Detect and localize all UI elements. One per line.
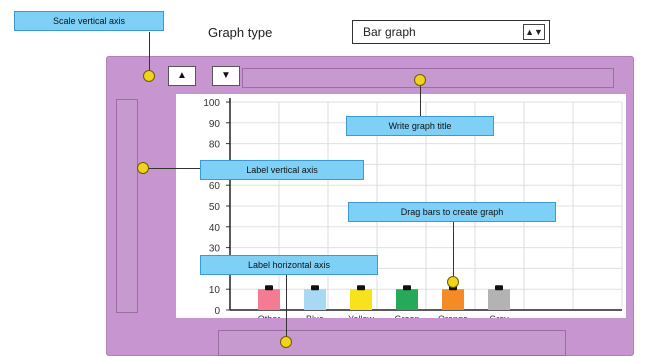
x-tick-label: Yellow — [348, 314, 374, 318]
bar[interactable] — [350, 289, 372, 310]
title-hotspot-dot[interactable] — [414, 74, 426, 86]
drag-hotspot-dot[interactable] — [447, 276, 459, 288]
bar[interactable] — [488, 289, 510, 310]
graph-title-input[interactable] — [242, 68, 614, 88]
xlabel-hotspot-dot[interactable] — [280, 336, 292, 348]
x-tick-label: Orange — [438, 314, 468, 318]
graph-type-label: Graph type — [208, 25, 273, 40]
bar-drag-handle[interactable] — [311, 285, 319, 291]
y-tick-label: 100 — [203, 98, 220, 109]
y-tick-label: 0 — [214, 306, 220, 317]
x-tick-label: Green — [394, 314, 419, 318]
horizontal-axis-label-input[interactable] — [218, 330, 566, 356]
y-tick-label: 10 — [209, 285, 221, 296]
y-tick-label: 80 — [209, 140, 221, 151]
bar-drag-handle[interactable] — [495, 285, 503, 291]
y-tick-label: 50 — [209, 202, 221, 213]
ylabel-hotspot-dot[interactable] — [137, 162, 149, 174]
scale-up-button[interactable]: ▲ — [168, 66, 196, 86]
connector-line — [149, 32, 150, 74]
bar[interactable] — [442, 289, 464, 310]
x-tick-label: Other — [258, 314, 281, 318]
bar[interactable] — [304, 289, 326, 310]
y-tick-label: 60 — [209, 181, 221, 192]
scale-hotspot-dot[interactable] — [143, 70, 155, 82]
connector-line — [286, 270, 287, 342]
bar-drag-handle[interactable] — [403, 285, 411, 291]
vertical-axis-callout: Label vertical axis — [200, 160, 364, 180]
graph-title-callout: Write graph title — [346, 116, 494, 136]
drag-bars-callout: Drag bars to create graph — [348, 202, 556, 222]
x-tick-label: Gray — [489, 314, 509, 318]
bar[interactable] — [396, 289, 418, 310]
graph-type-select[interactable]: Bar graph ▲▼ — [352, 20, 550, 44]
scale-axis-callout: Scale vertical axis — [14, 11, 164, 31]
select-arrow-icon[interactable]: ▲▼ — [523, 24, 545, 40]
x-tick-label: Blue — [306, 314, 324, 318]
bar-drag-handle[interactable] — [265, 285, 273, 291]
vertical-axis-label-input[interactable] — [116, 99, 138, 313]
y-tick-label: 40 — [209, 223, 221, 234]
bar[interactable] — [258, 289, 280, 310]
connector-line — [143, 168, 201, 169]
y-tick-label: 30 — [209, 244, 221, 255]
graph-type-value: Bar graph — [363, 25, 416, 39]
connector-line — [453, 220, 454, 280]
bar-drag-handle[interactable] — [357, 285, 365, 291]
scale-down-button[interactable]: ▼ — [212, 66, 240, 86]
horizontal-axis-callout: Label horizontal axis — [200, 255, 378, 275]
y-tick-label: 90 — [209, 119, 221, 130]
